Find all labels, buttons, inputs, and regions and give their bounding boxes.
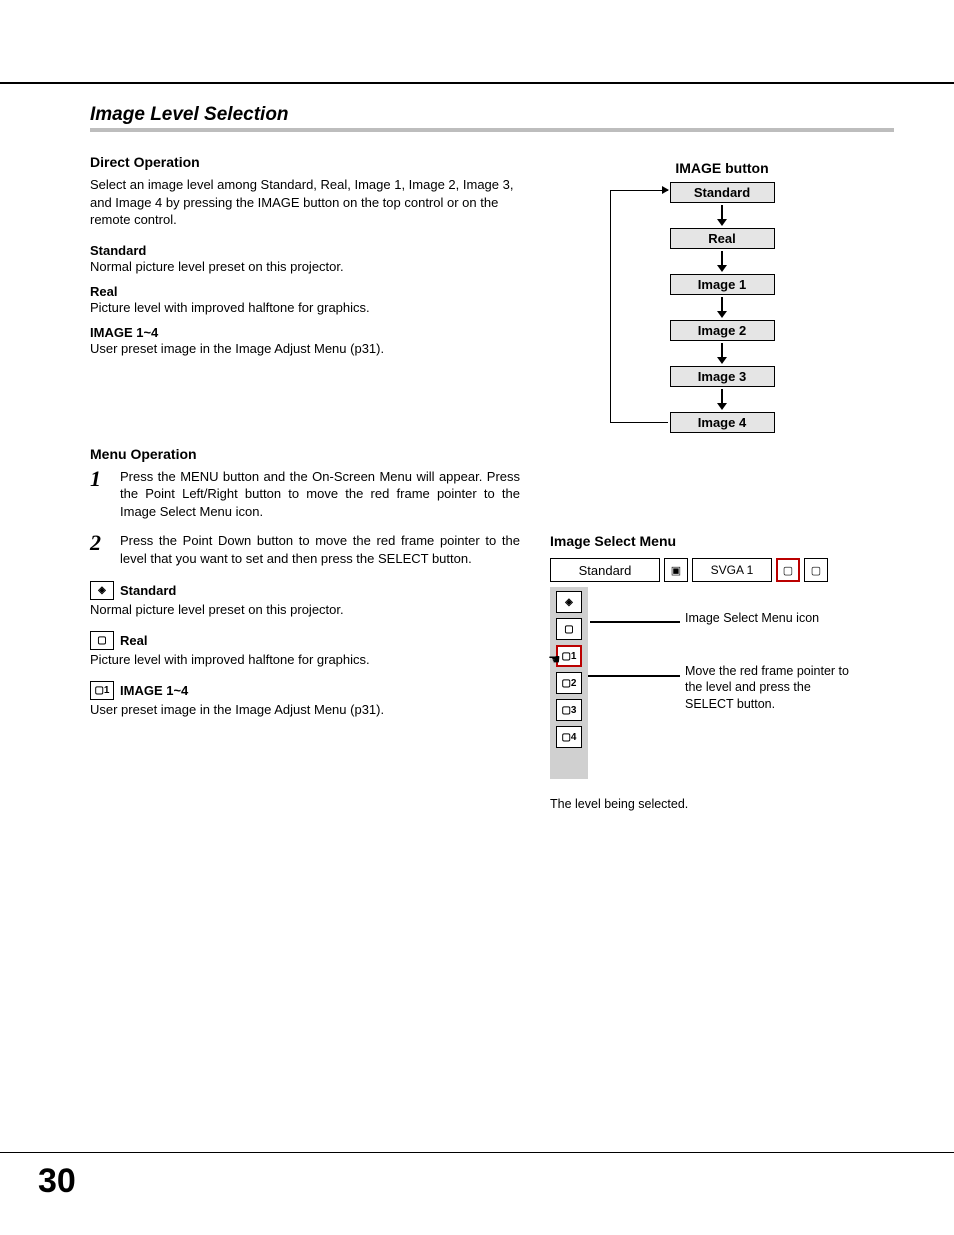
ism-title: Image Select Menu	[550, 533, 894, 549]
step-number: 1	[90, 468, 110, 521]
ism-note2: Move the red frame pointer to the level …	[685, 663, 860, 712]
menu-icon: ▣	[664, 558, 688, 582]
flow-item: Image 1	[670, 274, 775, 295]
def-title: Real	[90, 284, 520, 299]
ism-caption: The level being selected.	[550, 797, 894, 811]
flow-item: Standard	[670, 182, 775, 203]
step-text: Press the MENU button and the On-Screen …	[120, 468, 520, 521]
ism-note1: Image Select Menu icon	[685, 611, 819, 625]
direct-operation-heading: Direct Operation	[90, 154, 520, 170]
ism-slot-image3: ▢3	[556, 699, 582, 721]
ism-resolution: SVGA 1	[692, 558, 772, 582]
flow-item: Image 3	[670, 366, 775, 387]
flow-title: IMAGE button	[550, 160, 894, 176]
def-desc: Picture level with improved halftone for…	[90, 300, 520, 315]
step-number: 2	[90, 532, 110, 567]
menu-operation-heading: Menu Operation	[90, 446, 520, 462]
flow-item: Image 4	[670, 412, 775, 433]
ism-slot-image4: ▢4	[556, 726, 582, 748]
arrow-right-icon	[662, 186, 669, 194]
def-title: IMAGE 1~4	[90, 325, 520, 340]
def-title: IMAGE 1~4	[120, 683, 188, 698]
image-select-menu-icon: ▢	[776, 558, 800, 582]
def-title: Standard	[90, 243, 520, 258]
def-desc: Normal picture level preset on this proj…	[90, 259, 520, 274]
image-button-flow: Standard Real Image 1 Image 2 Image 3 Im…	[622, 182, 822, 433]
page-number: 30	[38, 1162, 76, 1201]
def-title: Standard	[120, 583, 176, 598]
standard-icon: ◈	[90, 581, 114, 600]
def-desc: User preset image in the Image Adjust Me…	[90, 341, 520, 356]
step-text: Press the Point Down button to move the …	[120, 532, 520, 567]
ism-current: Standard	[550, 558, 660, 582]
direct-operation-intro: Select an image level among Standard, Re…	[90, 176, 520, 229]
section-title: Image Level Selection	[90, 104, 894, 132]
def-desc: Picture level with improved halftone for…	[90, 652, 520, 667]
image1-icon: ▢1	[90, 681, 114, 700]
real-icon: ▢	[90, 631, 114, 650]
flow-item: Real	[670, 228, 775, 249]
image-select-menu-diagram: Standard ▣ SVGA 1 ▢ ▢ ◈ ▢ ▢1 ▢2 ▢3 ▢4	[550, 555, 860, 779]
def-desc: User preset image in the Image Adjust Me…	[90, 702, 520, 717]
def-title: Real	[120, 633, 147, 648]
ism-slot-standard: ◈	[556, 591, 582, 613]
flow-item: Image 2	[670, 320, 775, 341]
def-desc: Normal picture level preset on this proj…	[90, 602, 520, 617]
ism-slot-image2: ▢2	[556, 672, 582, 694]
ism-slot-real: ▢	[556, 618, 582, 640]
hand-pointer-icon: ☚	[548, 651, 561, 668]
menu-next-icon: ▢	[804, 558, 828, 582]
